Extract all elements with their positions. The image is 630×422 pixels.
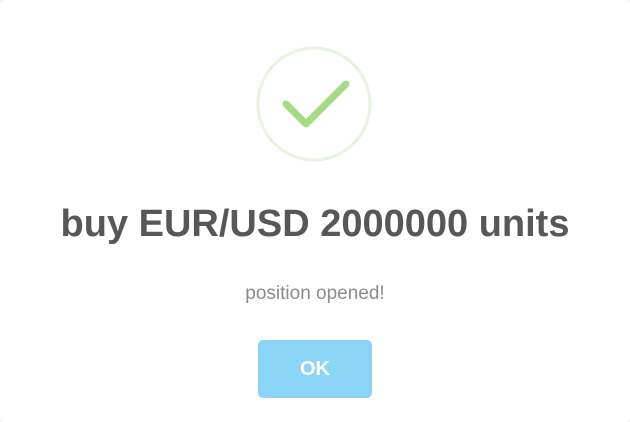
success-checkmark-icon xyxy=(256,46,372,162)
dialog-title: buy EUR/USD 2000000 units xyxy=(60,203,570,245)
dialog-message: position opened! xyxy=(245,283,385,304)
alert-dialog: buy EUR/USD 2000000 units position opene… xyxy=(0,0,630,422)
ok-button[interactable]: OK xyxy=(258,340,372,398)
